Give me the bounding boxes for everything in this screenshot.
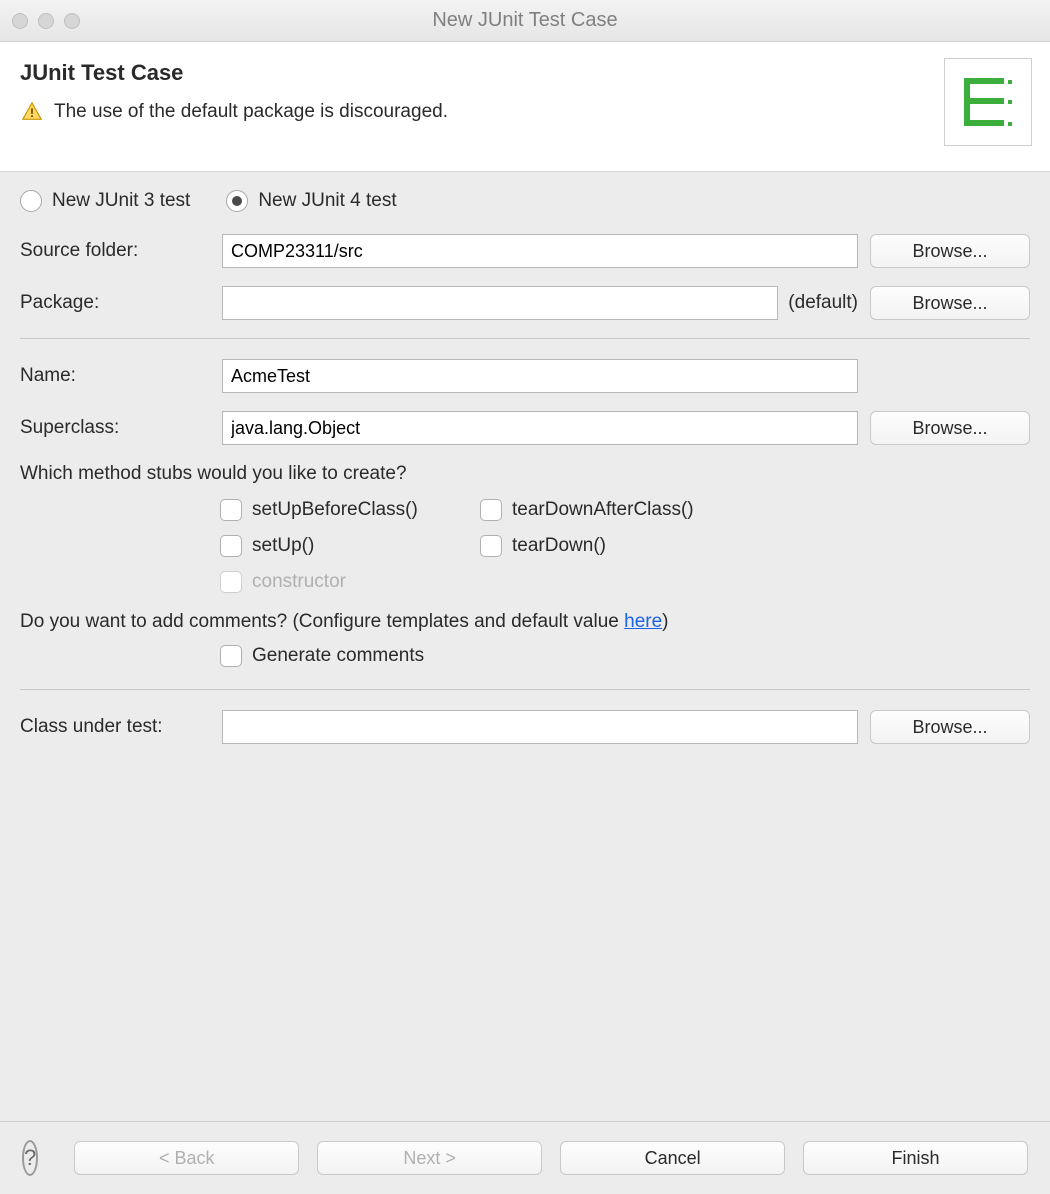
radio-junit3[interactable]: New JUnit 3 test: [20, 190, 190, 212]
divider: [20, 338, 1030, 339]
checkbox-generate-comments[interactable]: Generate comments: [220, 645, 1030, 667]
zoom-window-button[interactable]: [64, 13, 80, 29]
checkbox-icon: [480, 535, 502, 557]
radio-label: New JUnit 3 test: [52, 190, 190, 212]
name-input[interactable]: [222, 359, 858, 393]
stubs-grid: setUpBeforeClass() tearDownAfterClass() …: [220, 499, 1030, 593]
radio-icon: [20, 190, 42, 212]
browse-package-button[interactable]: Browse...: [870, 286, 1030, 320]
finish-button[interactable]: Finish: [803, 1141, 1028, 1175]
package-input[interactable]: [222, 286, 778, 320]
configure-templates-link[interactable]: here: [624, 611, 662, 632]
checkbox-label: tearDownAfterClass(): [512, 499, 694, 521]
stubs-question: Which method stubs would you like to cre…: [20, 463, 1030, 485]
checkbox-icon: [220, 645, 242, 667]
page-title: JUnit Test Case: [20, 60, 1030, 86]
warning-icon: [20, 100, 44, 124]
source-folder-input[interactable]: [222, 234, 858, 268]
checkbox-label: tearDown(): [512, 535, 606, 557]
traffic-lights: [12, 13, 80, 29]
radio-junit4[interactable]: New JUnit 4 test: [226, 190, 396, 212]
wizard-banner-icon: [944, 58, 1032, 146]
label-source-folder: Source folder:: [20, 240, 210, 262]
warning-text: The use of the default package is discou…: [54, 101, 448, 123]
help-button[interactable]: ?: [22, 1140, 38, 1176]
radio-label: New JUnit 4 test: [258, 190, 396, 212]
label-superclass: Superclass:: [20, 417, 210, 439]
cancel-button[interactable]: Cancel: [560, 1141, 785, 1175]
checkbox-teardown[interactable]: tearDown(): [480, 535, 760, 557]
junit-version-group: New JUnit 3 test New JUnit 4 test: [20, 190, 1030, 212]
browse-superclass-button[interactable]: Browse...: [870, 411, 1030, 445]
radio-icon: [226, 190, 248, 212]
browse-class-under-test-button[interactable]: Browse...: [870, 710, 1030, 744]
header-message: The use of the default package is discou…: [20, 100, 1030, 124]
checkbox-icon: [480, 499, 502, 521]
wizard-footer: ? < Back Next > Cancel Finish: [0, 1121, 1050, 1194]
superclass-input[interactable]: [222, 411, 858, 445]
checkbox-label: setUp(): [252, 535, 314, 557]
wizard-content: New JUnit 3 test New JUnit 4 test Source…: [0, 172, 1050, 772]
next-button: Next >: [317, 1141, 542, 1175]
comments-question: Do you want to add comments? (Configure …: [20, 611, 1030, 633]
minimize-window-button[interactable]: [38, 13, 54, 29]
close-window-button[interactable]: [12, 13, 28, 29]
checkbox-setup[interactable]: setUp(): [220, 535, 480, 557]
default-label: (default): [788, 292, 858, 314]
checkbox-label: setUpBeforeClass(): [252, 499, 418, 521]
checkbox-constructor: constructor: [220, 571, 480, 593]
class-under-test-input[interactable]: [222, 710, 858, 744]
wizard-header: JUnit Test Case The use of the default p…: [0, 42, 1050, 172]
label-name: Name:: [20, 365, 210, 387]
checkbox-icon: [220, 499, 242, 521]
window-title: New JUnit Test Case: [0, 9, 1050, 32]
checkbox-icon: [220, 571, 242, 593]
back-button: < Back: [74, 1141, 299, 1175]
checkbox-setupbeforeclass[interactable]: setUpBeforeClass(): [220, 499, 480, 521]
label-class-under-test: Class under test:: [20, 716, 210, 738]
checkbox-label: constructor: [252, 571, 346, 593]
browse-source-folder-button[interactable]: Browse...: [870, 234, 1030, 268]
divider: [20, 689, 1030, 690]
checkbox-teardownafterclass[interactable]: tearDownAfterClass(): [480, 499, 760, 521]
label-package: Package:: [20, 292, 210, 314]
checkbox-icon: [220, 535, 242, 557]
checkbox-label: Generate comments: [252, 645, 424, 667]
titlebar: New JUnit Test Case: [0, 0, 1050, 42]
